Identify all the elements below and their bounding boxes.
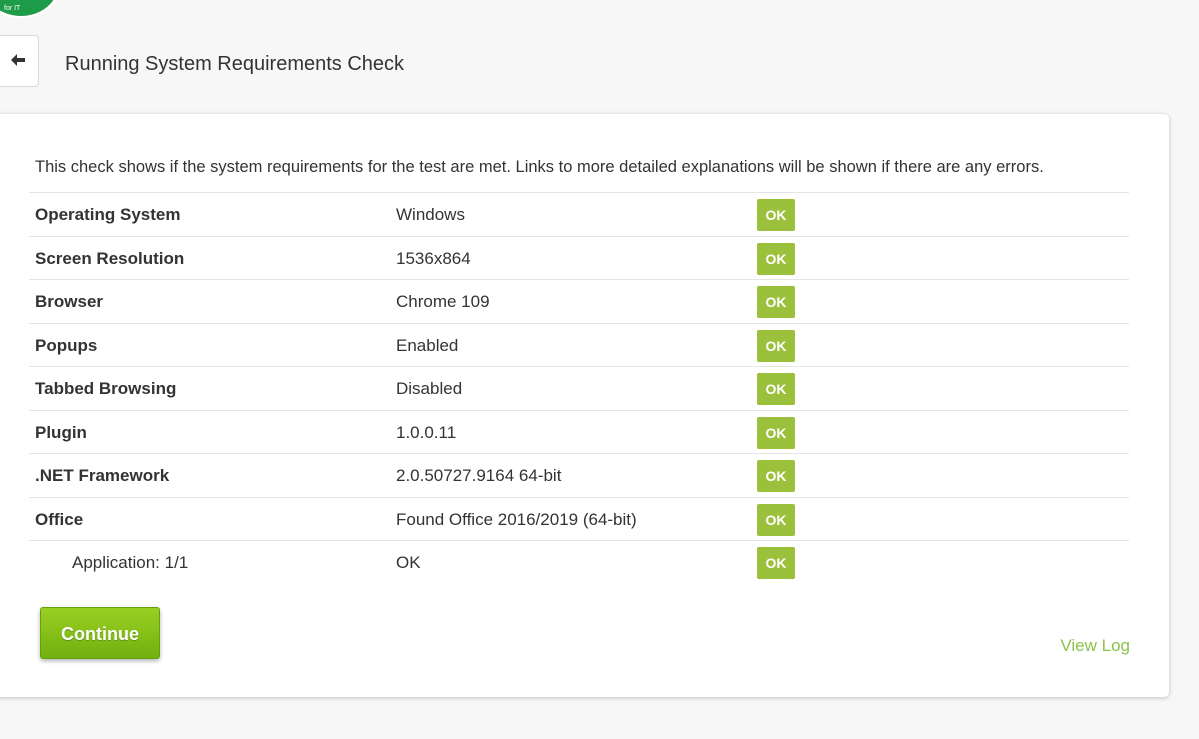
page-title: Running System Requirements Check xyxy=(65,53,405,75)
requirement-value: Chrome 109 xyxy=(396,292,490,311)
status-badge: OK xyxy=(757,547,795,579)
arrow-left-icon xyxy=(11,54,25,66)
status-badge: OK xyxy=(757,460,795,492)
back-button[interactable] xyxy=(0,35,39,87)
status-badge: OK xyxy=(757,199,795,231)
status-badge: OK xyxy=(757,329,795,362)
requirement-name: Popups xyxy=(35,335,98,355)
requirement-value: Enabled xyxy=(396,335,459,355)
status-badge: OK xyxy=(757,242,795,275)
logo: for IT xyxy=(0,0,60,18)
requirement-value: 1.0.0.11 xyxy=(396,422,457,442)
table-row: Tabbed Browsing Disabled OK xyxy=(29,367,1129,411)
requirement-value: Disabled xyxy=(396,379,463,398)
view-log-link[interactable]: View Log xyxy=(1060,635,1130,657)
status-badge: OK xyxy=(757,503,795,536)
requirement-value: Found Office 2016/2019 (64-bit) xyxy=(396,509,637,529)
table-row: .NET Framework 2.0.50727.9164 64-bit OK xyxy=(29,454,1129,498)
requirement-value: OK xyxy=(396,553,421,572)
requirement-name: Plugin xyxy=(35,422,87,442)
table-row: Operating System Windows OK xyxy=(29,193,1129,237)
status-badge: OK xyxy=(757,416,795,449)
table-row: Office Found Office 2016/2019 (64-bit) O… xyxy=(29,498,1129,541)
logo-text: for IT xyxy=(4,5,21,12)
requirement-value: 1536x864 xyxy=(396,248,471,268)
table-row: Plugin 1.0.0.11 OK xyxy=(29,411,1129,454)
table-row: Application: 1/1 OK OK xyxy=(29,541,1129,585)
requirement-name: Browser xyxy=(35,292,104,311)
requirement-name: .NET Framework xyxy=(35,466,170,485)
intro-text: This check shows if the system requireme… xyxy=(35,158,1044,176)
requirement-name: Operating System xyxy=(35,205,181,224)
table-row: Browser Chrome 109 OK xyxy=(29,280,1129,324)
status-badge: OK xyxy=(757,286,795,318)
status-badge: OK xyxy=(757,373,795,405)
requirement-value: Windows xyxy=(396,205,465,224)
requirement-name: Office xyxy=(35,509,84,529)
requirements-panel: This check shows if the system requireme… xyxy=(0,114,1169,697)
requirements-table: Operating System Windows OK Screen Resol… xyxy=(29,192,1129,585)
requirement-name: Application: 1/1 xyxy=(72,553,189,572)
requirement-name: Tabbed Browsing xyxy=(35,379,177,398)
table-row: Popups Enabled OK xyxy=(29,324,1129,367)
continue-button[interactable]: Continue xyxy=(40,607,160,659)
requirement-name: Screen Resolution xyxy=(35,248,185,268)
table-row: Screen Resolution 1536x864 OK xyxy=(29,237,1129,280)
requirement-value: 2.0.50727.9164 64-bit xyxy=(396,466,562,485)
